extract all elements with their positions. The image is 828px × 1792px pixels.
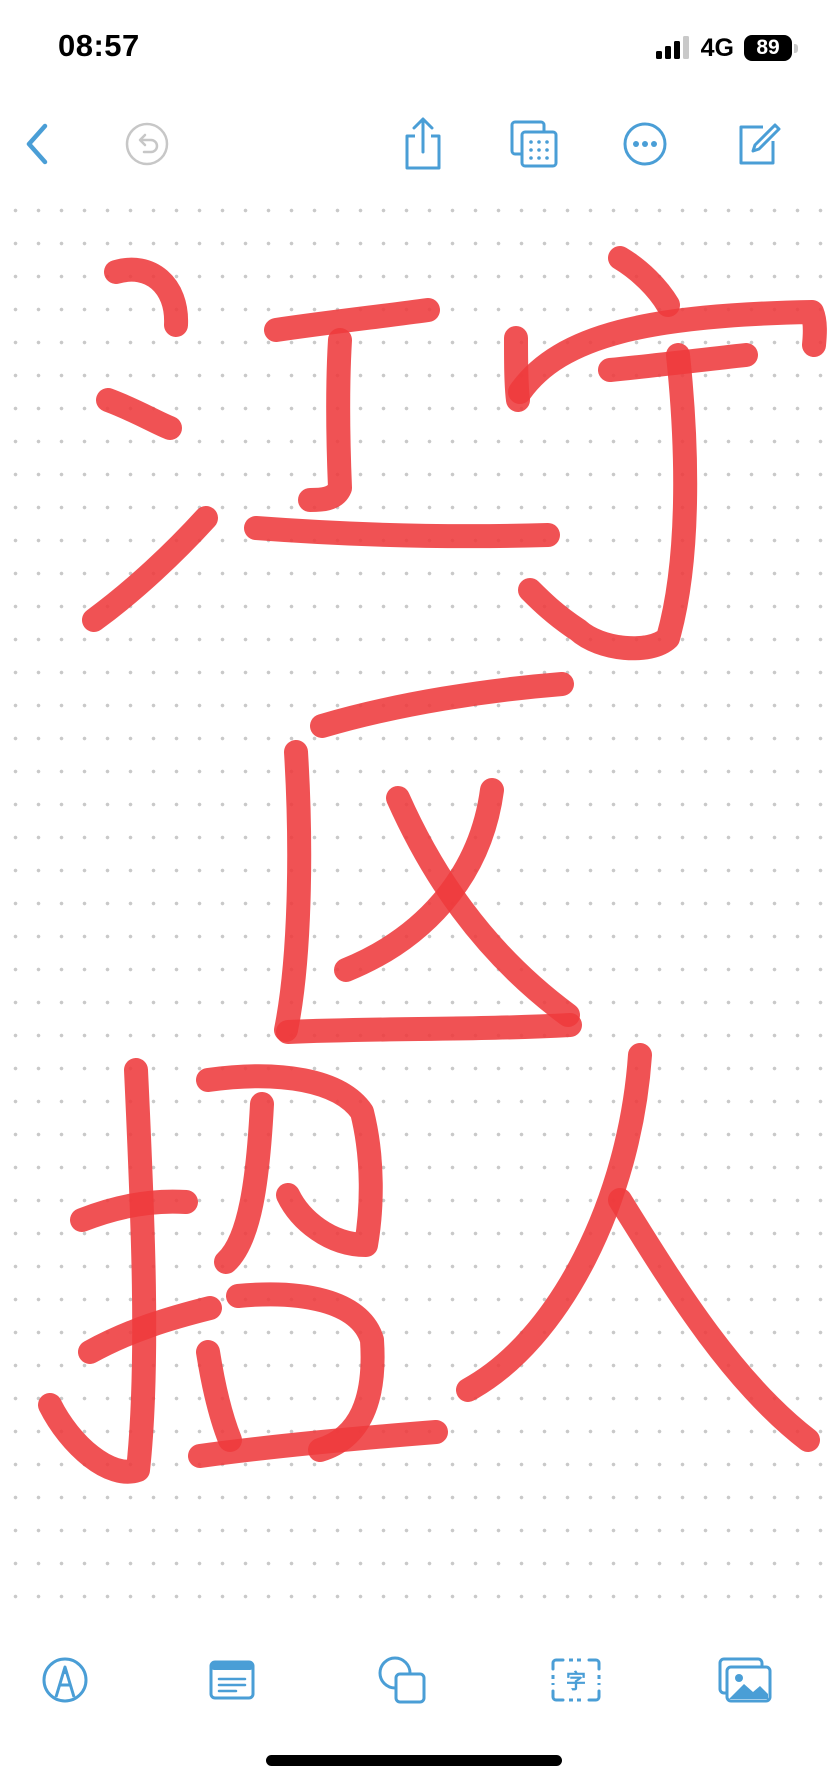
shapes-button[interactable]: [370, 1648, 434, 1712]
undo-icon: [125, 122, 169, 166]
status-time: 08:57: [58, 28, 140, 63]
insert-image-button[interactable]: [713, 1648, 777, 1712]
top-toolbar: [0, 100, 828, 190]
note-canvas-screen: 08:57 4G 89 字: [0, 0, 828, 1792]
text-recognition-button[interactable]: 字: [544, 1648, 608, 1712]
image-icon: [718, 1657, 772, 1703]
text-box-icon: [209, 1660, 255, 1700]
pen-tool-button[interactable]: [33, 1648, 97, 1712]
drawing-canvas[interactable]: [0, 180, 828, 1620]
more-options-button[interactable]: [615, 114, 675, 174]
bottom-toolbar: 字: [0, 1640, 828, 1720]
status-indicators: 4G 89: [655, 33, 798, 62]
compose-button[interactable]: [728, 114, 788, 174]
ellipsis-circle-icon: [623, 122, 667, 166]
share-icon: [405, 117, 441, 170]
home-indicator[interactable]: [266, 1755, 562, 1766]
text-box-button[interactable]: [200, 1648, 264, 1712]
page-view-button[interactable]: [504, 114, 564, 174]
battery-icon: 89: [744, 35, 798, 61]
page-grid-icon: [510, 120, 558, 168]
text-recognition-glyph: 字: [566, 1669, 586, 1693]
pen-tool-icon: [42, 1657, 88, 1703]
back-button[interactable]: [8, 114, 68, 174]
undo-button[interactable]: [117, 114, 177, 174]
compose-icon: [739, 123, 781, 165]
shapes-icon: [378, 1656, 426, 1704]
share-button[interactable]: [393, 114, 453, 174]
battery-nub: [794, 44, 798, 53]
status-bar: 08:57 4G 89: [0, 0, 828, 100]
cellular-signal-icon: [655, 36, 689, 59]
text-recognition-icon: 字: [551, 1658, 601, 1702]
network-type: 4G: [700, 33, 734, 62]
chevron-left-icon: [26, 123, 48, 165]
battery-level: 89: [756, 36, 780, 59]
